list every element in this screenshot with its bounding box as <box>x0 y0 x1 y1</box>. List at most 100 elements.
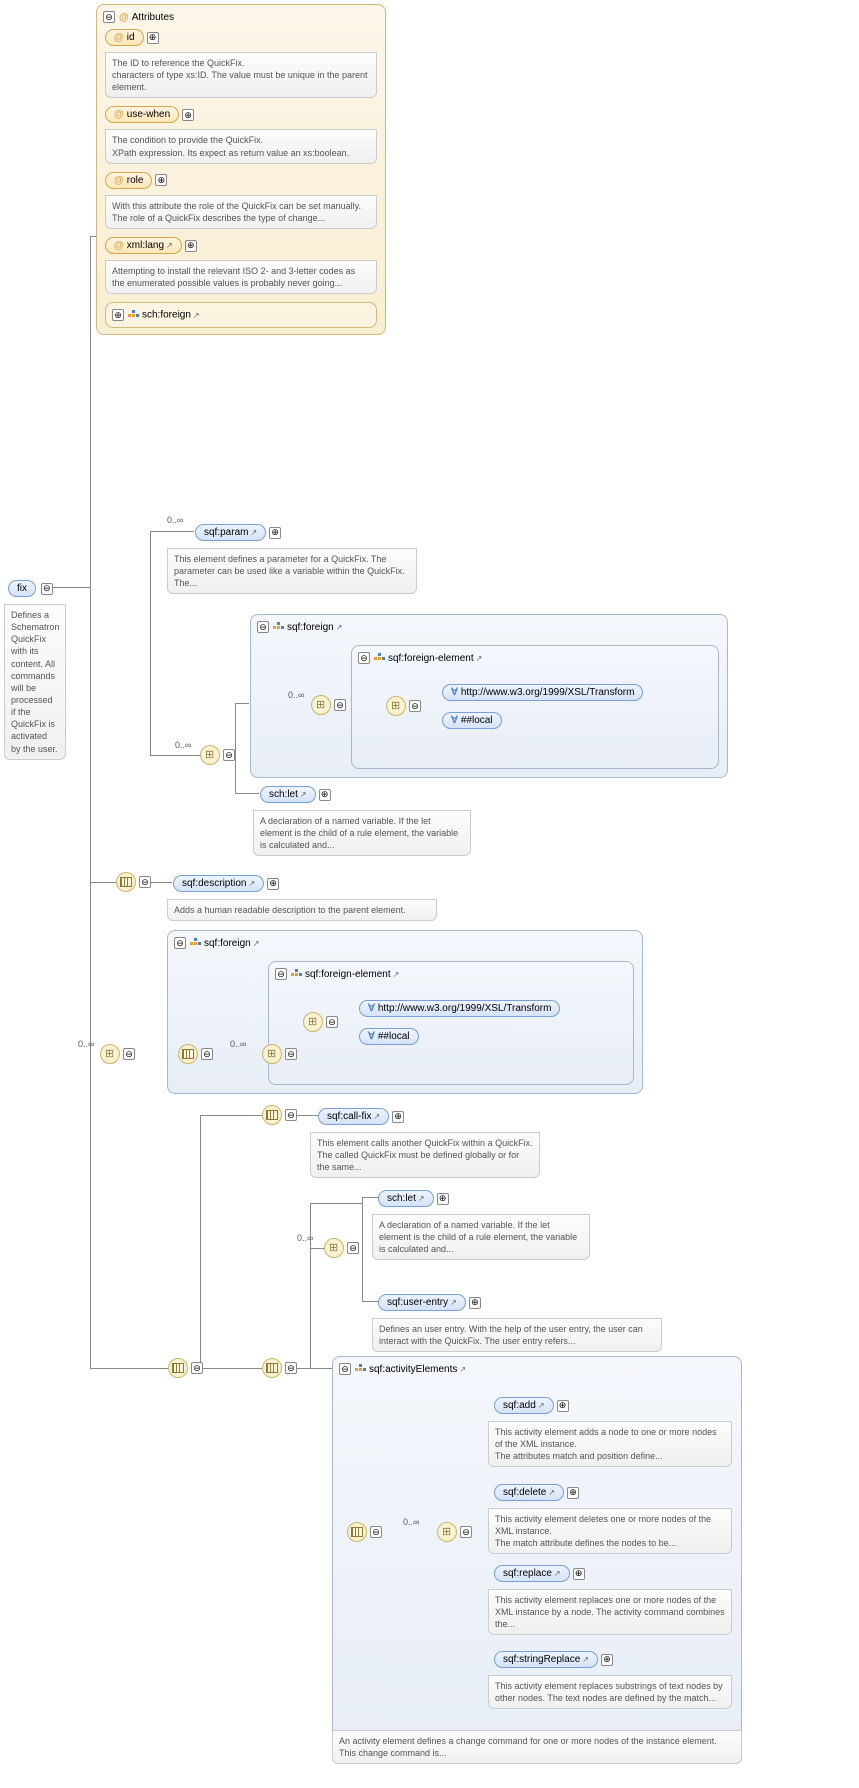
group-icon <box>273 622 283 632</box>
expand-icon[interactable]: ⊕ <box>319 789 331 801</box>
group-icon <box>190 938 200 948</box>
sequence-icon[interactable] <box>178 1044 198 1064</box>
occurrence: 0..∞ <box>78 1039 94 1049</box>
collapse-icon[interactable]: ⊖ <box>460 1526 472 1538</box>
sequence-icon[interactable] <box>116 872 136 892</box>
choice-icon[interactable] <box>303 1012 323 1032</box>
collapse-icon[interactable]: ⊖ <box>285 1048 297 1060</box>
sequence-icon[interactable] <box>262 1358 282 1378</box>
collapse-icon[interactable]: ⊖ <box>223 749 235 761</box>
collapse-icon[interactable]: ⊖ <box>370 1526 382 1538</box>
occurrence: 0..∞ <box>230 1039 246 1049</box>
choice-icon[interactable] <box>324 1238 344 1258</box>
collapse-icon[interactable]: ⊖ <box>334 699 346 711</box>
sqf-user-entry[interactable]: sqf:user-entry↗ <box>378 1294 466 1311</box>
expand-icon[interactable]: ⊕ <box>437 1193 449 1205</box>
sch-let-2[interactable]: sch:let↗ <box>378 1190 434 1207</box>
activity-els-desc: An activity element defines a change com… <box>332 1730 742 1764</box>
expand-icon[interactable]: ⊕ <box>269 527 281 539</box>
local[interactable]: ∀##local <box>442 712 502 729</box>
expand-icon[interactable]: ⊕ <box>155 174 167 186</box>
choice-icon[interactable] <box>262 1044 282 1064</box>
schlet2-desc: A declaration of a named variable. If th… <box>372 1214 590 1260</box>
fix-desc: Defines a Schematron QuickFix with its c… <box>4 604 66 760</box>
fix-node[interactable]: fix <box>8 580 36 597</box>
attr-id[interactable]: @id <box>105 29 144 46</box>
attributes-panel: ⊖@Attributes @id⊕ The ID to reference th… <box>96 4 386 335</box>
group-icon <box>374 653 384 663</box>
role-desc: With this attribute the role of the Quic… <box>105 195 377 229</box>
collapse-icon[interactable]: ⊖ <box>123 1048 135 1060</box>
expand-icon[interactable]: ⊕ <box>392 1111 404 1123</box>
collapse-icon[interactable]: ⊖ <box>139 876 151 888</box>
param-desc: This element defines a parameter for a Q… <box>167 548 417 594</box>
sch-let[interactable]: sch:let↗ <box>260 786 316 803</box>
sqf-param[interactable]: sqf:param↗ <box>195 524 266 541</box>
collapse-icon[interactable]: ⊖ <box>191 1362 203 1374</box>
sch-foreign[interactable]: sch:foreign <box>142 310 191 321</box>
choice-icon[interactable] <box>311 695 331 715</box>
collapse-icon[interactable]: ⊖ <box>347 1242 359 1254</box>
group-icon <box>355 1364 365 1374</box>
attr-xml-lang[interactable]: @xml:lang↗ <box>105 237 182 254</box>
collapse-icon[interactable]: ⊖ <box>201 1048 213 1060</box>
callfix-desc: This element calls another QuickFix with… <box>310 1132 540 1178</box>
replace-desc: This activity element replaces one or mo… <box>488 1589 732 1635</box>
expand-icon[interactable]: ⊕ <box>567 1487 579 1499</box>
collapse-icon[interactable]: ⊖ <box>41 583 53 595</box>
collapse-icon[interactable]: ⊖ <box>285 1109 297 1121</box>
collapse-icon[interactable]: ⊖ <box>275 968 287 980</box>
expand-icon[interactable]: ⊕ <box>601 1654 613 1666</box>
description-desc: Adds a human readable description to the… <box>167 899 437 921</box>
sequence-icon[interactable] <box>262 1105 282 1125</box>
collapse-icon[interactable]: ⊖ <box>326 1016 338 1028</box>
schlet-desc: A declaration of a named variable. If th… <box>253 810 471 856</box>
id-desc: The ID to reference the QuickFix. charac… <box>105 52 377 98</box>
collapse-icon[interactable]: ⊖ <box>285 1362 297 1374</box>
sequence-icon[interactable] <box>168 1358 188 1378</box>
sqf-call-fix[interactable]: sqf:call-fix↗ <box>318 1108 389 1125</box>
delete-desc: This activity element deletes one or mor… <box>488 1508 732 1554</box>
at-icon: @ <box>119 12 129 23</box>
sqf-add[interactable]: sqf:add↗ <box>494 1397 554 1414</box>
expand-icon[interactable]: ⊕ <box>469 1297 481 1309</box>
group-icon <box>128 310 138 320</box>
choice-icon[interactable] <box>437 1522 457 1542</box>
sqf-foreign-element-label: sqf:foreign-element <box>305 969 391 980</box>
occurrence: 0..∞ <box>297 1233 313 1243</box>
sqf-description[interactable]: sqf:description↗ <box>173 875 264 892</box>
expand-icon[interactable]: ⊕ <box>185 240 197 252</box>
xsl-transform[interactable]: ∀http://www.w3.org/1999/XSL/Transform <box>442 684 643 701</box>
attr-use-when[interactable]: @use-when <box>105 106 179 123</box>
expand-icon[interactable]: ⊕ <box>182 109 194 121</box>
choice-icon[interactable] <box>200 745 220 765</box>
expand-icon[interactable]: ⊕ <box>267 878 279 890</box>
userentry-desc: Defines an user entry. With the help of … <box>372 1318 662 1352</box>
occurrence: 0..∞ <box>167 515 183 525</box>
collapse-icon[interactable]: ⊖ <box>257 621 269 633</box>
expand-icon[interactable]: ⊕ <box>557 1400 569 1412</box>
collapse-icon[interactable]: ⊖ <box>103 11 115 23</box>
sqf-replace[interactable]: sqf:replace↗ <box>494 1565 570 1582</box>
activity-elements-label: sqf:activityElements <box>369 1364 457 1375</box>
sqf-delete[interactable]: sqf:delete↗ <box>494 1484 564 1501</box>
local[interactable]: ∀##local <box>359 1028 419 1045</box>
collapse-icon[interactable]: ⊖ <box>174 937 186 949</box>
sequence-icon[interactable] <box>347 1522 367 1542</box>
expand-icon[interactable]: ⊕ <box>147 32 159 44</box>
xmllang-desc: Attempting to install the relevant ISO 2… <box>105 260 377 294</box>
expand-icon[interactable]: ⊕ <box>573 1568 585 1580</box>
choice-icon[interactable] <box>100 1044 120 1064</box>
sqf-foreign-panel: ⊖sqf:foreign↗ ⊖sqf:foreign-element↗ ∀htt… <box>250 614 728 778</box>
collapse-icon[interactable]: ⊖ <box>358 652 370 664</box>
collapse-icon[interactable]: ⊖ <box>339 1363 351 1375</box>
xsl-transform[interactable]: ∀http://www.w3.org/1999/XSL/Transform <box>359 1000 560 1017</box>
usewhen-desc: The condition to provide the QuickFix. X… <box>105 129 377 163</box>
attrs-title: Attributes <box>132 12 174 23</box>
sqf-string-replace[interactable]: sqf:stringReplace↗ <box>494 1651 598 1668</box>
expand-icon[interactable]: ⊕ <box>112 309 124 321</box>
choice-icon[interactable] <box>386 696 406 716</box>
occurrence: 0..∞ <box>175 740 191 750</box>
collapse-icon[interactable]: ⊖ <box>409 700 421 712</box>
attr-role[interactable]: @role <box>105 172 152 189</box>
